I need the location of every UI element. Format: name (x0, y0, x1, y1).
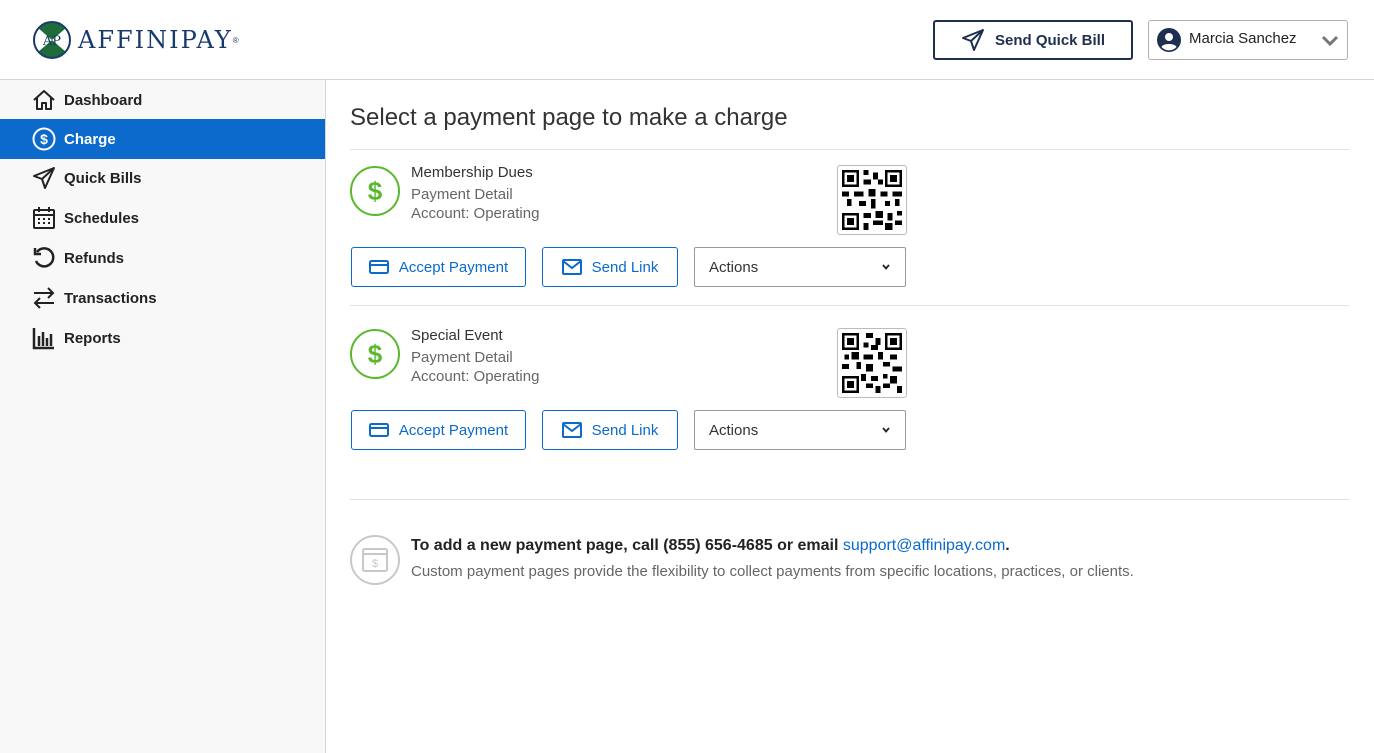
qr-code[interactable] (837, 165, 907, 235)
paper-plane-icon (33, 167, 55, 189)
sidebar-item-label: Quick Bills (64, 169, 142, 187)
sidebar-item-label: Reports (64, 329, 121, 347)
payment-page-name: Membership Dues (411, 164, 533, 181)
payment-page-card: $ Membership Dues Payment Detail Account… (350, 150, 1349, 300)
qr-code[interactable] (837, 328, 907, 398)
user-name: Marcia Sanchez (1189, 29, 1297, 47)
svg-text:$: $ (372, 558, 378, 570)
instructions-period: . (1005, 537, 1010, 554)
actions-dropdown-label: Actions (709, 258, 759, 276)
divider (350, 499, 1349, 500)
dollar-circle-icon: $ (32, 127, 56, 151)
sidebar-item-transactions[interactable]: Transactions (0, 278, 325, 318)
home-icon (33, 90, 55, 110)
browser-dollar-icon: $ (362, 548, 388, 572)
sidebar-item-reports[interactable]: Reports (0, 318, 325, 358)
transfer-arrows-icon (33, 287, 55, 309)
actions-dropdown-label: Actions (709, 421, 759, 439)
sidebar-item-label: Transactions (64, 289, 157, 307)
page-title: Select a payment page to make a charge (350, 104, 788, 131)
affinipay-wordmark: AFFINIPAY (78, 26, 233, 54)
user-menu-dropdown[interactable]: Marcia Sanchez (1148, 20, 1348, 60)
sidebar-item-quick-bills[interactable]: Quick Bills (0, 158, 325, 198)
user-avatar-icon (1157, 28, 1181, 52)
dollar-icon: $ (350, 329, 400, 379)
add-payment-page-description: Custom payment pages provide the flexibi… (411, 563, 1134, 580)
chevron-down-icon (1321, 35, 1339, 47)
envelope-icon (561, 422, 582, 438)
instructions-text: To add a new payment page, call (855) 65… (411, 537, 843, 554)
accept-payment-label: Accept Payment (398, 258, 509, 276)
chevron-down-icon (882, 264, 890, 270)
top-header: AP AFFINIPAY ® Send Quick Bill Marcia San… (0, 0, 1374, 80)
sidebar-item-label: Dashboard (64, 91, 143, 109)
sidebar-item-charge[interactable]: $ Charge (0, 119, 325, 159)
qr-code-icon (842, 170, 902, 230)
qr-code-icon (842, 333, 902, 393)
sidebar-item-dashboard[interactable]: Dashboard (0, 80, 325, 120)
payment-page-card: $ Special Event Payment Detail Account: … (350, 313, 1349, 463)
sidebar-item-label: Schedules (64, 209, 140, 227)
paper-plane-icon (961, 29, 984, 51)
send-link-button[interactable]: Send Link (542, 410, 678, 450)
actions-dropdown[interactable]: Actions (694, 410, 906, 450)
affinipay-logo-mark-icon: AP (33, 21, 71, 59)
sidebar-item-refunds[interactable]: Refunds (0, 238, 325, 278)
bar-chart-icon (32, 328, 54, 350)
sidebar-item-label: Refunds (64, 249, 124, 267)
svg-text:AP: AP (42, 34, 61, 49)
send-quick-bill-button[interactable]: Send Quick Bill (933, 20, 1133, 60)
svg-text:$: $ (40, 131, 48, 147)
sidebar-item-label: Charge (64, 130, 116, 148)
send-link-label: Send Link (591, 421, 659, 439)
payment-page-account: Account: Operating (411, 368, 540, 385)
add-payment-page-instructions: To add a new payment page, call (855) 65… (411, 537, 1010, 555)
payment-page-account: Account: Operating (411, 205, 540, 222)
sidebar-nav: Dashboard $ Charge Quick Bills Schedules… (0, 80, 326, 753)
support-email-link[interactable]: support@affinipay.com (843, 537, 1005, 554)
accept-payment-button[interactable]: Accept Payment (351, 410, 526, 450)
send-link-button[interactable]: Send Link (542, 247, 678, 287)
calendar-icon (33, 207, 55, 229)
send-link-label: Send Link (591, 258, 659, 276)
divider (350, 305, 1349, 306)
payment-page-detail: Payment Detail (411, 349, 513, 366)
sidebar-item-schedules[interactable]: Schedules (0, 198, 325, 238)
chevron-down-icon (882, 427, 890, 433)
credit-card-icon (368, 423, 389, 437)
accept-payment-label: Accept Payment (398, 421, 509, 439)
actions-dropdown[interactable]: Actions (694, 247, 906, 287)
envelope-icon (561, 259, 582, 275)
payment-page-detail: Payment Detail (411, 186, 513, 203)
dollar-icon: $ (350, 166, 400, 216)
credit-card-icon (368, 260, 389, 274)
trademark-symbol: ® (232, 35, 239, 45)
affinipay-logo[interactable]: AP AFFINIPAY ® (32, 20, 239, 60)
payment-page-info-icon: $ (350, 535, 400, 585)
refund-icon (33, 247, 55, 268)
send-quick-bill-label: Send Quick Bill (994, 31, 1106, 49)
payment-page-name: Special Event (411, 327, 503, 344)
accept-payment-button[interactable]: Accept Payment (351, 247, 526, 287)
